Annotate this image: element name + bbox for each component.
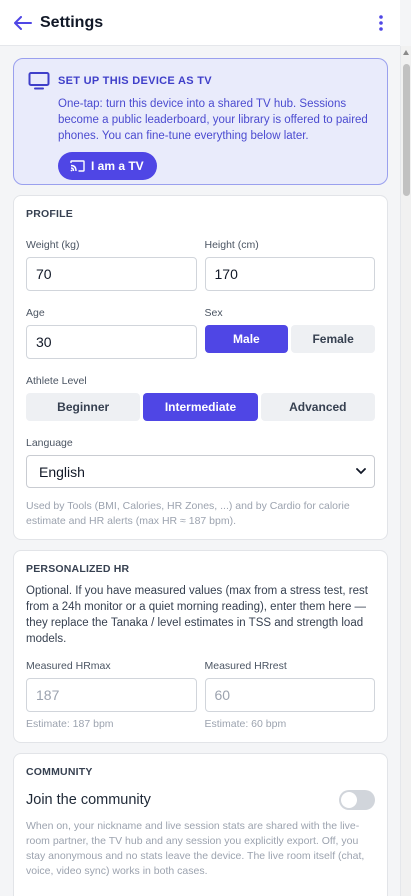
profile-note: Used by Tools (BMI, Calories, HR Zones, … xyxy=(26,500,350,527)
i-am-a-tv-button[interactable]: I am a TV xyxy=(58,152,157,180)
hrmax-input[interactable]: 187 xyxy=(26,678,197,712)
scrollbar[interactable] xyxy=(400,46,411,896)
sex-selector: Male Female xyxy=(204,325,375,353)
profile-title: PROFILE xyxy=(26,208,73,220)
personalized-hr-description: Optional. If you have measured values (m… xyxy=(26,585,368,645)
scrollbar-thumb[interactable] xyxy=(403,64,410,196)
age-label: Age xyxy=(26,307,45,319)
hrrest-estimate: Estimate: 60 bpm xyxy=(204,718,287,730)
personalized-hr-card: PERSONALIZED HR Optional. If you have me… xyxy=(13,550,388,743)
age-input[interactable]: 30 xyxy=(26,325,197,359)
language-select[interactable]: English xyxy=(26,455,375,488)
level-option-beginner[interactable]: Beginner xyxy=(26,393,141,421)
language-value: English xyxy=(39,463,85,480)
scroll-up-arrow-icon[interactable] xyxy=(403,50,409,55)
sex-option-male[interactable]: Male xyxy=(204,325,289,353)
i-am-a-tv-label: I am a TV xyxy=(91,159,144,173)
hrmax-estimate: Estimate: 187 bpm xyxy=(26,718,114,730)
cast-icon xyxy=(70,160,85,172)
hrrest-input[interactable]: 60 xyxy=(204,678,375,712)
personalized-hr-title: PERSONALIZED HR xyxy=(26,563,130,575)
hrrest-label: Measured HRrest xyxy=(204,660,287,672)
tv-icon xyxy=(28,71,50,91)
level-option-advanced[interactable]: Advanced xyxy=(260,393,375,421)
athlete-level-selector: Beginner Intermediate Advanced xyxy=(26,393,375,421)
profile-card: PROFILE Weight (kg) 70 Height (cm) 170 A… xyxy=(13,195,388,540)
join-community-toggle[interactable] xyxy=(339,790,375,810)
language-label: Language xyxy=(26,437,73,449)
sex-option-female[interactable]: Female xyxy=(291,325,375,353)
toggle-knob xyxy=(341,792,357,808)
hrmax-label: Measured HRmax xyxy=(26,660,111,672)
athlete-level-label: Athlete Level xyxy=(26,375,87,387)
join-community-label: Join the community xyxy=(26,792,151,808)
community-card: COMMUNITY Join the community When on, yo… xyxy=(13,753,388,896)
community-title: COMMUNITY xyxy=(26,766,93,778)
weight-label: Weight (kg) xyxy=(26,239,80,251)
weight-input[interactable]: 70 xyxy=(26,257,197,291)
more-vert-icon[interactable] xyxy=(374,12,388,34)
settings-content[interactable]: SET UP THIS DEVICE AS TV One-tap: turn t… xyxy=(0,46,400,896)
height-input[interactable]: 170 xyxy=(204,257,375,291)
sex-label: Sex xyxy=(204,307,223,319)
community-description: When on, your nickname and live session … xyxy=(26,820,365,877)
chevron-down-icon xyxy=(356,468,366,475)
page-title: Settings xyxy=(40,13,104,31)
tv-setup-card: SET UP THIS DEVICE AS TV One-tap: turn t… xyxy=(13,58,388,185)
level-option-intermediate[interactable]: Intermediate xyxy=(143,393,258,421)
tv-setup-description: One-tap: turn this device into a shared … xyxy=(58,98,368,142)
height-label: Height (cm) xyxy=(204,239,259,251)
top-bar: Settings xyxy=(0,0,400,46)
back-arrow-icon[interactable] xyxy=(12,12,34,34)
tv-setup-title: SET UP THIS DEVICE AS TV xyxy=(58,75,212,87)
